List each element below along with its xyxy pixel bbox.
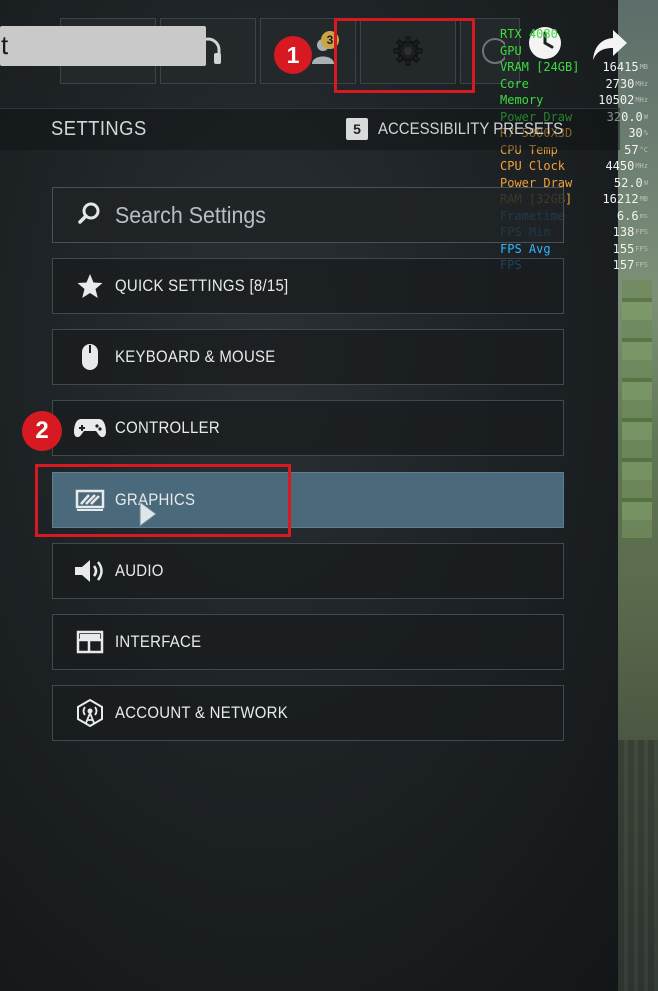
search-icon	[77, 201, 101, 230]
menu-item-label: CONTROLLER	[115, 418, 220, 437]
perf-unit: FPS	[635, 244, 648, 253]
highlight-graphics-item	[35, 464, 291, 537]
gamepad-icon	[73, 416, 107, 440]
perf-label: RTX 4080	[500, 27, 558, 41]
mouse-icon	[73, 342, 107, 372]
perf-value: 157	[612, 258, 635, 272]
perf-unit: W	[643, 178, 648, 187]
perf-unit: W	[643, 112, 648, 121]
perf-value: 4450	[605, 159, 635, 173]
menu-item-label: INTERFACE	[115, 632, 202, 651]
menu-item-controller[interactable]: CONTROLLER	[52, 400, 564, 456]
perf-unit: FPS	[635, 228, 648, 236]
perf-label: CPU Clock	[500, 159, 566, 173]
step-2-callout: 2	[22, 411, 62, 451]
menu-item-label: KEYBOARD & MOUSE	[115, 347, 276, 366]
menu-item-account-network[interactable]: ACCOUNT & NETWORK	[52, 685, 564, 741]
perf-value: 138	[612, 225, 635, 239]
perf-label: Memory	[500, 93, 544, 107]
perf-unit: MHz	[635, 162, 648, 170]
perf-value: 30	[628, 126, 643, 140]
perf-row: GPU	[500, 43, 648, 60]
title-fragment: t	[1, 30, 9, 60]
perf-value: 6.6	[616, 208, 639, 223]
perf-row: RTX 4080	[500, 26, 648, 43]
perf-unit: ms	[639, 211, 648, 220]
perf-row: CPU Clock 4450MHz	[500, 158, 648, 175]
perf-unit: MB	[639, 195, 648, 203]
search-placeholder: Search Settings	[115, 201, 267, 228]
perf-value: 57	[624, 142, 639, 157]
perf-row: Core 2730MHz	[500, 76, 648, 93]
menu-item-keyboard-mouse[interactable]: KEYBOARD & MOUSE	[52, 329, 564, 385]
page-title: SETTINGS	[51, 118, 147, 140]
perf-label: VRAM [24GB]	[500, 60, 580, 74]
star-icon	[73, 272, 107, 300]
key-hint-badge: 5	[346, 118, 368, 140]
perf-value: 10502	[598, 93, 635, 107]
interface-layout-icon	[73, 630, 107, 654]
perf-unit: MB	[639, 63, 648, 71]
perf-unit: MHz	[635, 96, 648, 104]
step-1-callout: 1	[274, 36, 312, 74]
search-input[interactable]: Search Settings	[52, 187, 564, 243]
highlight-settings-tab	[334, 18, 475, 93]
perf-value: 2730	[605, 76, 635, 91]
perf-row: Memory 10502MHz	[500, 92, 648, 109]
menu-item-label: ACCOUNT & NETWORK	[115, 703, 288, 722]
perf-unit: FPS	[635, 261, 648, 269]
menu-item-label: QUICK SETTINGS [8/15]	[115, 276, 289, 295]
perf-unit: °C	[639, 145, 648, 154]
network-tower-icon	[73, 698, 107, 728]
speaker-icon	[73, 558, 107, 584]
menu-item-quick-settings[interactable]: QUICK SETTINGS [8/15]	[52, 258, 564, 314]
menu-item-label: AUDIO	[115, 561, 164, 580]
perf-unit: %	[643, 129, 648, 137]
menu-item-audio[interactable]: AUDIO	[52, 543, 564, 599]
perf-value: 16415	[602, 60, 639, 74]
perf-row: VRAM [24GB] 16415MB	[500, 59, 648, 76]
accessibility-presets-link[interactable]: ACCESSIBILITY PRESETS	[378, 119, 563, 139]
perf-value: 52.0	[613, 175, 643, 190]
redacted-title-bar	[0, 26, 206, 66]
perf-label: GPU	[500, 43, 522, 58]
perf-unit: MHz	[635, 79, 648, 88]
perf-value: 155	[612, 241, 635, 256]
menu-item-interface[interactable]: INTERFACE	[52, 614, 564, 670]
perf-value: 16212	[602, 192, 639, 206]
perf-label: Core	[500, 76, 529, 91]
